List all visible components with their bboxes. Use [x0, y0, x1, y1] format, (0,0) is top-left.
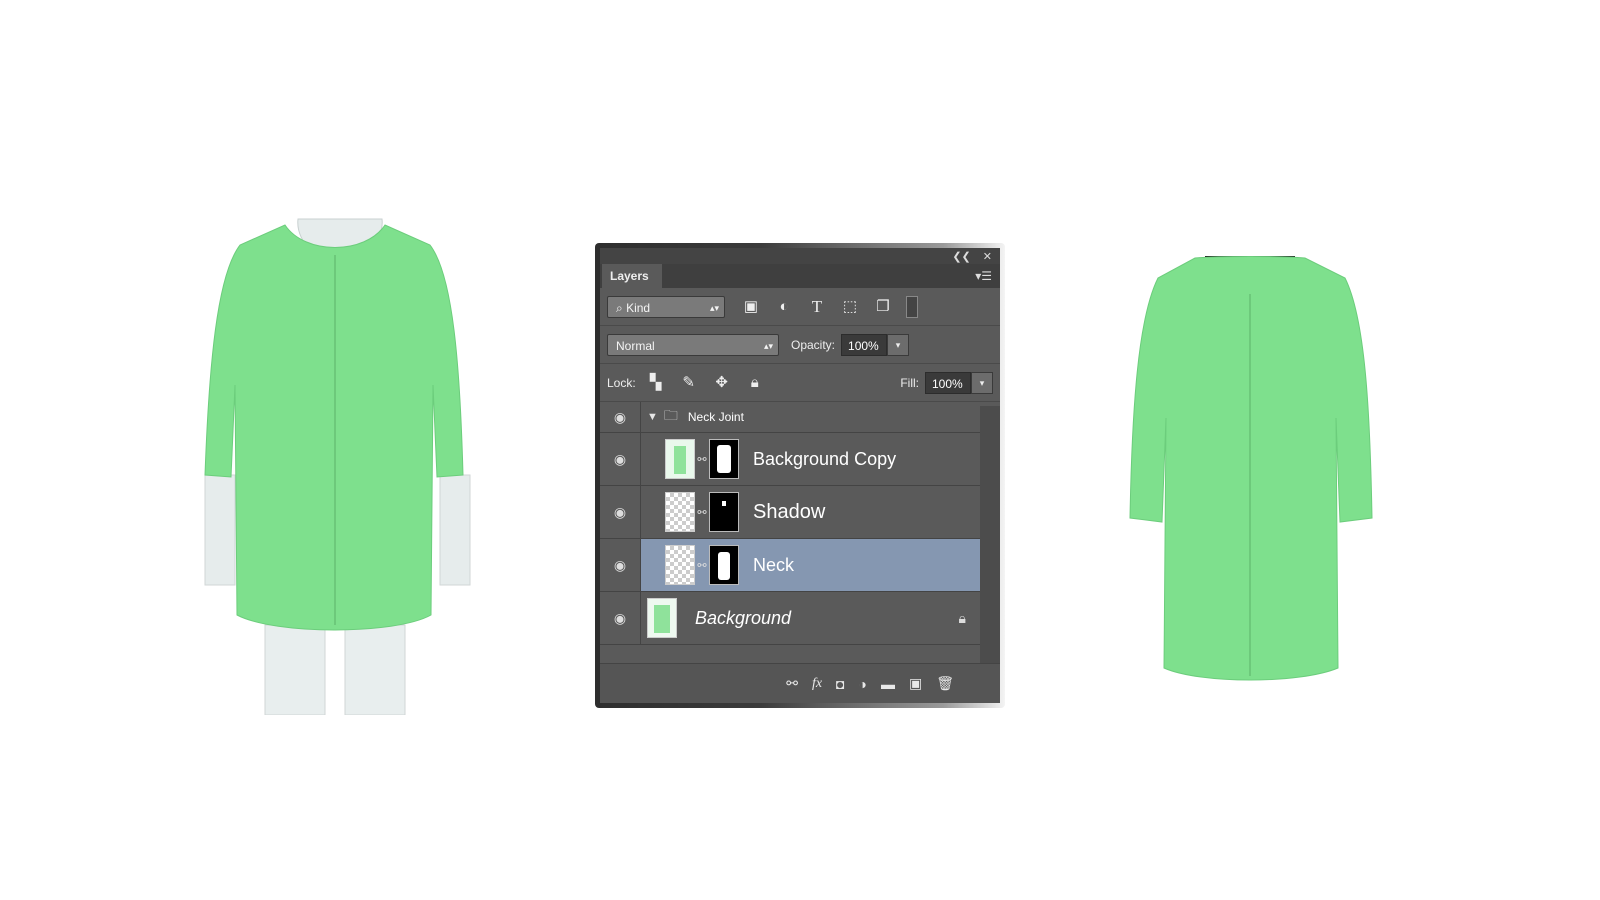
filter-kind-select[interactable]: ⌕ Kind ▴▾ — [607, 295, 725, 318]
link-layers-icon[interactable]: ⚯ — [786, 675, 798, 692]
lock-image-pixels-icon[interactable]: ✎ — [679, 373, 699, 393]
opacity-input[interactable]: 100% — [841, 333, 888, 356]
blend-mode-label: Normal — [616, 338, 655, 353]
layer-name: Neck Joint — [687, 410, 744, 424]
opacity-dropdown-button[interactable]: ▾ — [887, 333, 910, 356]
layers-panel-frame: ❮❮ ✕ Layers ▾☰ ⌕ Kind ▴▾ ▣ ◐ T ⬚ ❐ Norma… — [595, 243, 1005, 708]
panel-title-strip: ❮❮ ✕ — [600, 248, 1000, 264]
panel-menu-icon[interactable]: ▾☰ — [975, 269, 992, 283]
lock-row: Lock: ▚ ✎ ✥ 🔒︎ Fill: 100% ▾ — [600, 364, 1000, 402]
fill-label: Fill: — [900, 375, 919, 390]
panel-tabbar: Layers ▾☰ — [600, 264, 1000, 288]
add-mask-icon[interactable]: ◘ — [836, 676, 844, 692]
before-coat-image — [204, 218, 471, 715]
layer-thumbnail — [665, 439, 695, 479]
new-group-icon[interactable]: ▬ — [881, 676, 895, 692]
search-icon: ⌕ — [616, 300, 623, 315]
fill-input[interactable]: 100% — [925, 371, 971, 394]
opacity-label: Opacity: — [791, 337, 836, 352]
layer-neck[interactable]: ◉ ⚯ Neck — [600, 539, 1000, 592]
updown-arrow-icon: ▴▾ — [763, 340, 773, 351]
layers-scrollbar[interactable] — [980, 406, 1000, 663]
eye-icon[interactable]: ◉ — [600, 486, 641, 538]
new-layer-icon[interactable]: ▣ — [909, 675, 922, 692]
filter-kind-label: Kind — [626, 300, 651, 315]
folder-icon: 🗀︎ — [663, 407, 678, 423]
after-coat-image — [1129, 256, 1373, 681]
fill-dropdown-button[interactable]: ▾ — [971, 371, 993, 394]
lock-transparent-pixels-icon[interactable]: ▚ — [646, 373, 666, 393]
shape-filter-icon[interactable]: ⬚ — [840, 297, 860, 317]
trash-icon[interactable]: 🗑︎ — [936, 675, 954, 692]
layers-footer-toolbar: ⚯ fx ◘ ◑ ▬ ▣ 🗑︎ — [600, 663, 1000, 703]
layer-thumbnail — [665, 545, 695, 585]
expand-triangle-icon[interactable]: ▼ — [647, 411, 658, 423]
lock-all-icon[interactable]: 🔒︎ — [745, 373, 765, 393]
layer-group-neck-joint[interactable]: ◉ ▼ 🗀︎ Neck Joint — [600, 402, 1000, 433]
tab-layers[interactable]: Layers — [602, 264, 662, 288]
layers-panel: ❮❮ ✕ Layers ▾☰ ⌕ Kind ▴▾ ▣ ◐ T ⬚ ❐ Norma… — [600, 248, 1000, 703]
link-icon[interactable]: ⚯ — [695, 559, 709, 572]
blend-mode-select[interactable]: Normal ▴▾ — [607, 333, 779, 356]
layer-name: Background Copy — [753, 448, 897, 469]
link-icon[interactable]: ⚯ — [695, 506, 709, 519]
eye-icon[interactable]: ◉ — [600, 433, 641, 485]
close-icon[interactable]: ✕ — [983, 250, 992, 263]
layer-name: Shadow — [753, 500, 826, 523]
link-icon[interactable]: ⚯ — [695, 453, 709, 466]
layer-mask-thumbnail — [709, 492, 739, 532]
lock-position-icon[interactable]: ✥ — [712, 373, 732, 393]
layer-mask-thumbnail — [709, 439, 739, 479]
type-filter-icon[interactable]: T — [807, 297, 827, 317]
layer-background-copy[interactable]: ◉ ⚯ Background Copy — [600, 433, 1000, 486]
layer-thumbnail — [647, 598, 677, 638]
lock-label: Lock: — [607, 375, 636, 390]
double-chevron-left-icon[interactable]: ❮❮ — [952, 250, 970, 263]
adjustment-layer-icon[interactable]: ◑ — [859, 676, 867, 692]
layer-shadow[interactable]: ◉ ⚯ Shadow — [600, 486, 1000, 539]
filter-toggle-icon[interactable] — [906, 295, 918, 318]
layer-name: Background — [695, 607, 792, 628]
eye-icon[interactable]: ◉ — [600, 592, 641, 644]
layer-name: Neck — [753, 554, 795, 575]
layer-thumbnail — [665, 492, 695, 532]
layer-background[interactable]: ◉ Background 🔒︎ — [600, 592, 1000, 645]
lock-icon: 🔒︎ — [958, 609, 966, 626]
filter-row: ⌕ Kind ▴▾ ▣ ◐ T ⬚ ❐ — [600, 288, 1000, 326]
adjustment-filter-icon[interactable]: ◐ — [774, 297, 794, 317]
smart-object-filter-icon[interactable]: ❐ — [873, 297, 893, 317]
fx-icon[interactable]: fx — [812, 676, 822, 692]
layer-mask-thumbnail — [709, 545, 739, 585]
blend-row: Normal ▴▾ Opacity: 100% ▾ — [600, 326, 1000, 364]
eye-icon[interactable]: ◉ — [600, 539, 641, 591]
updown-arrow-icon: ▴▾ — [709, 302, 719, 313]
layers-list: ◉ ▼ 🗀︎ Neck Joint ◉ ⚯ Background Copy ◉ … — [600, 402, 1000, 645]
eye-icon[interactable]: ◉ — [600, 402, 641, 432]
image-filter-icon[interactable]: ▣ — [741, 297, 761, 317]
